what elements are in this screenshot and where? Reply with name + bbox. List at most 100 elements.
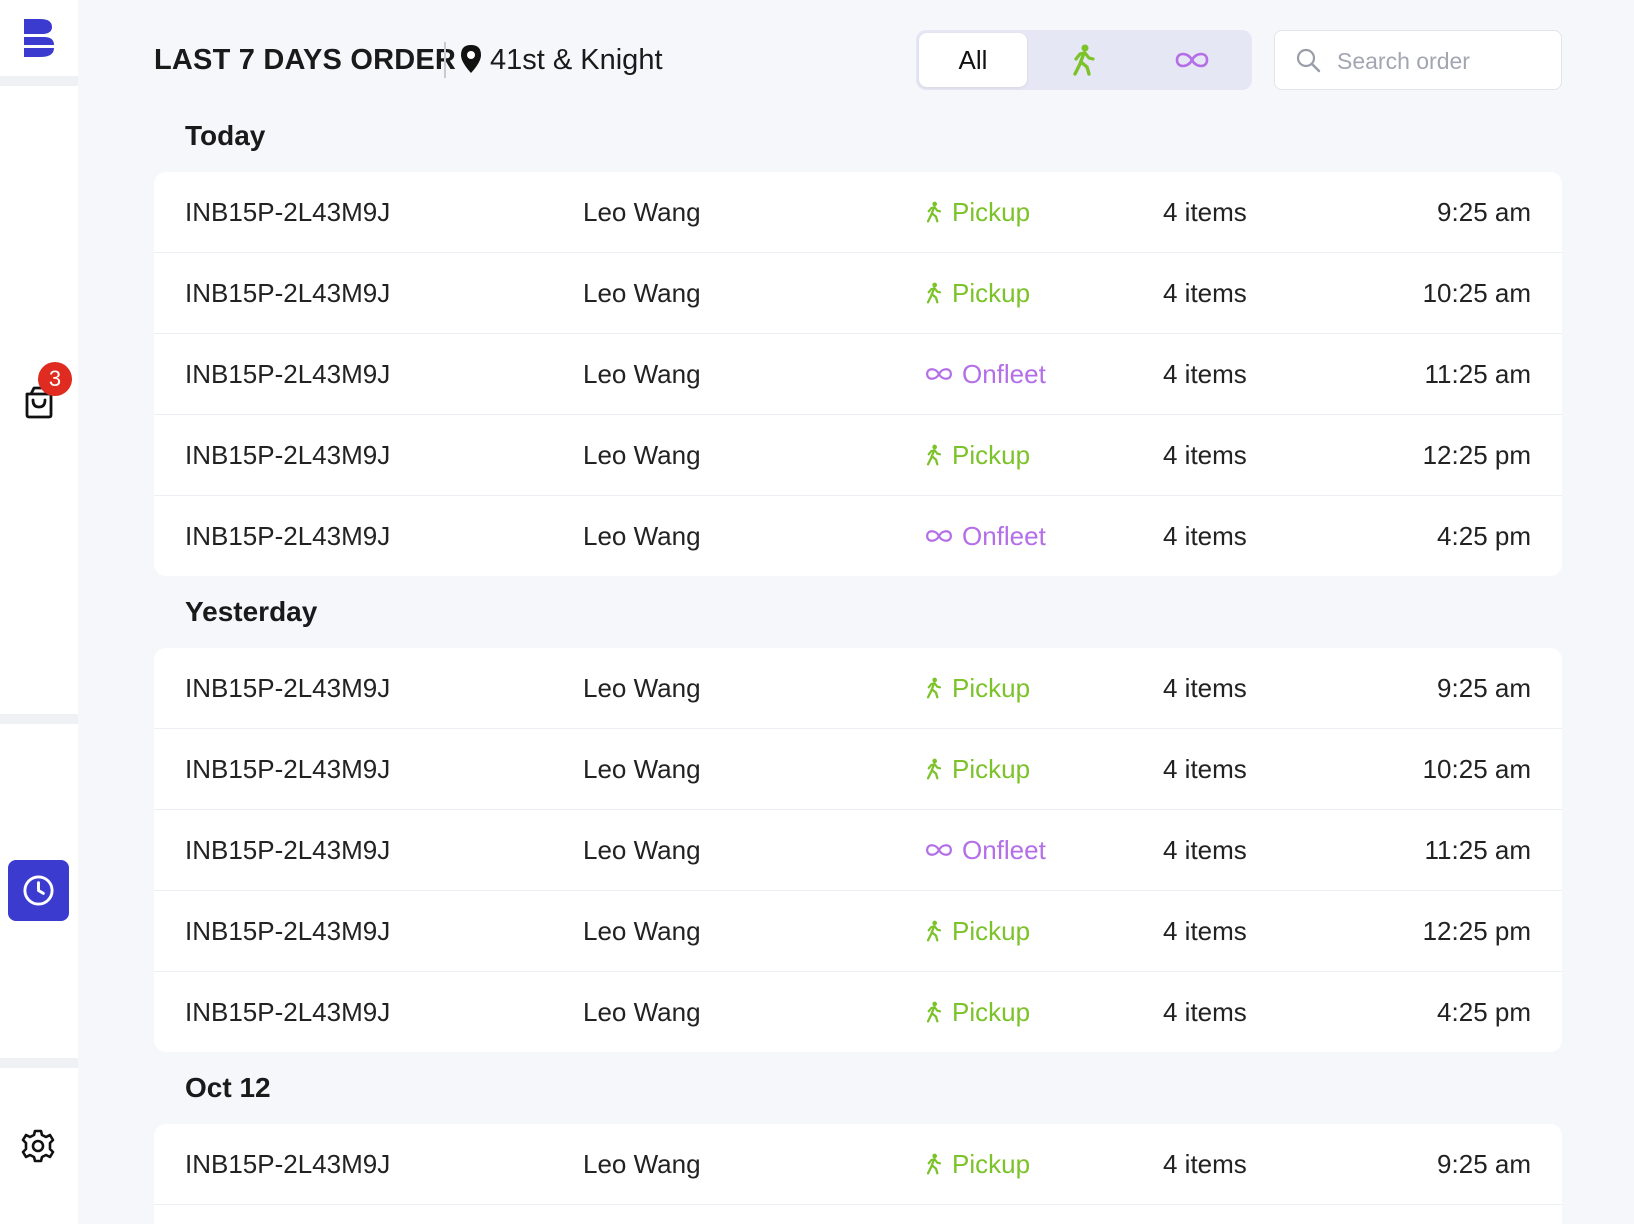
sidebar-item-settings[interactable] xyxy=(18,1126,58,1166)
customer-name: Leo Wang xyxy=(583,673,701,703)
search-icon xyxy=(1296,48,1321,73)
order-type: Pickup xyxy=(924,891,1030,971)
clock-icon xyxy=(23,875,54,906)
order-type-label: Pickup xyxy=(952,673,1031,703)
sidebar-item-history[interactable] xyxy=(8,860,69,921)
order-type: Onfleet xyxy=(924,810,1046,890)
order-type-label: Pickup xyxy=(952,997,1031,1027)
order-type: Pickup xyxy=(924,648,1030,728)
walking-person-icon xyxy=(926,282,942,304)
item-count: 4 items xyxy=(1163,440,1247,470)
order-type: Pickup xyxy=(924,253,1030,333)
store-location[interactable]: 41st & Knight xyxy=(490,44,663,77)
walking-person-icon xyxy=(926,920,942,942)
customer-name: Leo Wang xyxy=(583,440,701,470)
order-list-oct-12: INB15P-2L43M9J Leo Wang Pickup 4 items 9… xyxy=(154,1124,1562,1224)
order-list-yesterday: INB15P-2L43M9J Leo Wang Pickup 4 items 9… xyxy=(154,648,1562,1052)
customer-name: Leo Wang xyxy=(583,754,701,784)
group-title-oct-12: Oct 12 xyxy=(185,1072,271,1103)
order-type-label: Onfleet xyxy=(962,521,1046,551)
order-type: Onfleet xyxy=(924,496,1046,576)
order-type: Pickup xyxy=(924,415,1030,495)
order-row[interactable]: INB15P-2L43M9J Leo Wang Onfleet 4 items … xyxy=(154,334,1562,415)
walking-person-icon xyxy=(926,758,942,780)
group-title-today: Today xyxy=(185,120,266,151)
order-time: 9:25 am xyxy=(1437,673,1531,703)
order-row[interactable]: INB15P-2L43M9J Leo Wang Pickup 4 items 9… xyxy=(154,172,1562,253)
item-count: 4 items xyxy=(1163,197,1247,227)
item-count: 4 items xyxy=(1163,1149,1247,1179)
order-time: 4:25 pm xyxy=(1437,521,1531,551)
order-type-filter: All xyxy=(916,30,1252,90)
walking-person-icon xyxy=(926,444,942,466)
order-type-label: Pickup xyxy=(952,197,1031,227)
order-type-label: Pickup xyxy=(952,440,1031,470)
order-type-label: Onfleet xyxy=(962,359,1046,389)
order-row[interactable]: INB15P-2L43M9J Leo Wang Pickup 4 items 4… xyxy=(154,972,1562,1052)
search-input[interactable] xyxy=(1335,41,1549,81)
order-id: INB15P-2L43M9J xyxy=(185,440,391,470)
walking-person-icon xyxy=(926,677,942,699)
filter-pickup-button[interactable] xyxy=(1030,33,1138,87)
sidebar-logo-section xyxy=(0,0,78,76)
infinity-icon xyxy=(926,530,952,542)
brand-logo-icon[interactable] xyxy=(22,16,56,60)
order-row[interactable]: INB15P-2L43M9J Leo Wang Pickup 4 items 1… xyxy=(154,253,1562,334)
order-id: INB15P-2L43M9J xyxy=(185,359,391,389)
item-count: 4 items xyxy=(1163,997,1247,1027)
order-type: Pickup xyxy=(924,729,1030,809)
order-type: Onfleet xyxy=(924,334,1046,414)
order-type-label: Pickup xyxy=(952,278,1031,308)
orders-count-badge: 3 xyxy=(38,362,72,396)
order-row[interactable]: INB15P-2L43M9J Leo Wang Onfleet 4 items … xyxy=(154,810,1562,891)
order-id: INB15P-2L43M9J xyxy=(185,673,391,703)
infinity-icon xyxy=(926,844,952,856)
customer-name: Leo Wang xyxy=(583,1149,701,1179)
page-title: LAST 7 DAYS ORDER xyxy=(154,44,457,76)
order-type-label: Pickup xyxy=(952,754,1031,784)
item-count: 4 items xyxy=(1163,754,1247,784)
order-row[interactable]: INB15P-2L43M9J Leo Wang Onfleet 4 items … xyxy=(154,496,1562,576)
walking-person-icon xyxy=(1073,44,1095,76)
order-id: INB15P-2L43M9J xyxy=(185,835,391,865)
item-count: 4 items xyxy=(1163,359,1247,389)
filter-all-button[interactable]: All xyxy=(919,33,1027,87)
order-time: 11:25 am xyxy=(1424,359,1531,389)
order-time: 12:25 pm xyxy=(1422,440,1531,470)
search-box xyxy=(1274,30,1562,90)
order-row[interactable]: INB15P-2L43M9J Leo Wang Pickup 4 items 1… xyxy=(154,891,1562,972)
order-type: Pickup xyxy=(924,1124,1030,1204)
order-id: INB15P-2L43M9J xyxy=(185,754,391,784)
customer-name: Leo Wang xyxy=(583,359,701,389)
order-row[interactable]: INB15P-2L43M9J Leo Wang Pickup 4 items 1… xyxy=(154,729,1562,810)
gear-icon xyxy=(21,1129,55,1163)
order-time: 10:25 am xyxy=(1422,278,1531,308)
walking-person-icon xyxy=(926,1153,942,1175)
order-list-today: INB15P-2L43M9J Leo Wang Pickup 4 items 9… xyxy=(154,172,1562,576)
order-type-label: Pickup xyxy=(952,1149,1031,1179)
order-time: 9:25 am xyxy=(1437,197,1531,227)
filter-onfleet-button[interactable] xyxy=(1138,33,1246,87)
customer-name: Leo Wang xyxy=(583,916,701,946)
order-row[interactable]: INB15P-2L43M9J Leo Wang Pickup 4 items 9… xyxy=(154,1124,1562,1205)
group-title-yesterday: Yesterday xyxy=(185,596,318,627)
walking-person-icon xyxy=(926,201,942,223)
item-count: 4 items xyxy=(1163,278,1247,308)
order-id: INB15P-2L43M9J xyxy=(185,521,391,551)
order-time: 11:25 am xyxy=(1424,835,1531,865)
location-pin-icon xyxy=(461,45,481,73)
order-id: INB15P-2L43M9J xyxy=(185,997,391,1027)
order-id: INB15P-2L43M9J xyxy=(185,197,391,227)
customer-name: Leo Wang xyxy=(583,835,701,865)
customer-name: Leo Wang xyxy=(583,997,701,1027)
order-time: 10:25 am xyxy=(1422,754,1531,784)
item-count: 4 items xyxy=(1163,673,1247,703)
order-row[interactable]: INB15P-2L43M9J Leo Wang Pickup 4 items 1… xyxy=(154,415,1562,496)
item-count: 4 items xyxy=(1163,835,1247,865)
infinity-icon xyxy=(926,368,952,380)
order-time: 4:25 pm xyxy=(1437,997,1531,1027)
order-type: Pickup xyxy=(924,972,1030,1052)
order-row[interactable]: INB15P-2L43M9J Leo Wang Pickup 4 items 9… xyxy=(154,648,1562,729)
order-time: 12:25 pm xyxy=(1422,916,1531,946)
sidebar: 3 xyxy=(0,0,78,1224)
